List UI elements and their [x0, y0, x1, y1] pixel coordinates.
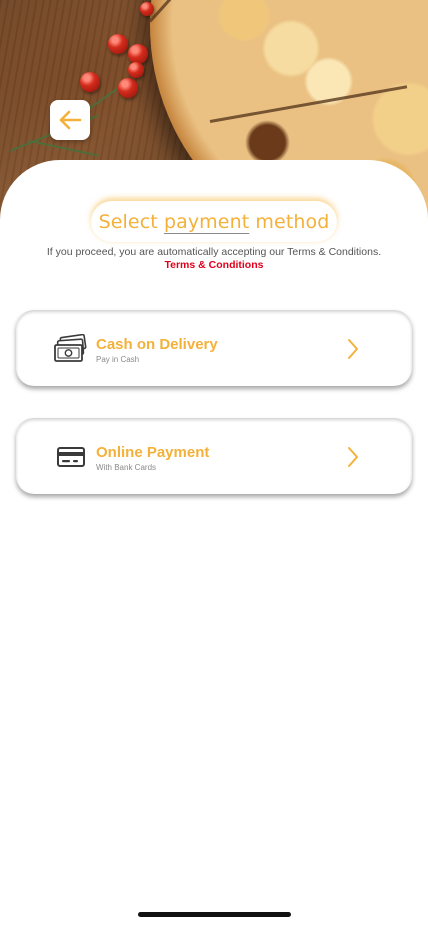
- page-title: Select payment method: [98, 211, 330, 233]
- chevron-right-icon: [346, 446, 360, 468]
- cherry-tomato: [80, 72, 100, 92]
- payment-method-screen: Select payment method If you proceed, yo…: [0, 0, 428, 926]
- terms-notice: If you proceed, you are automatically ac…: [46, 246, 382, 258]
- home-indicator: [138, 912, 291, 917]
- chevron-right-icon: [346, 338, 360, 360]
- credit-card-icon: [54, 442, 88, 472]
- payment-method-subtitle: With Bank Cards: [96, 463, 157, 472]
- cherry-tomato: [140, 2, 154, 16]
- cherry-tomato: [128, 62, 144, 78]
- cherry-tomato: [108, 34, 128, 54]
- page-title-pill: Select payment method: [91, 201, 337, 243]
- arrow-left-icon: [58, 110, 82, 130]
- cherry-tomato: [118, 78, 138, 98]
- back-button[interactable]: [50, 100, 90, 140]
- payment-method-title: Online Payment: [96, 444, 210, 461]
- cash-on-delivery-option[interactable]: Cash on Delivery Pay in Cash: [16, 310, 412, 386]
- online-payment-option[interactable]: Online Payment With Bank Cards: [16, 418, 412, 494]
- cash-icon: [54, 333, 88, 364]
- payment-method-title: Cash on Delivery: [96, 336, 218, 353]
- terms-conditions-link[interactable]: Terms & Conditions: [0, 259, 428, 271]
- content-sheet: Select payment method If you proceed, yo…: [0, 160, 428, 926]
- cherry-tomato: [128, 44, 148, 64]
- payment-method-subtitle: Pay in Cash: [96, 355, 140, 364]
